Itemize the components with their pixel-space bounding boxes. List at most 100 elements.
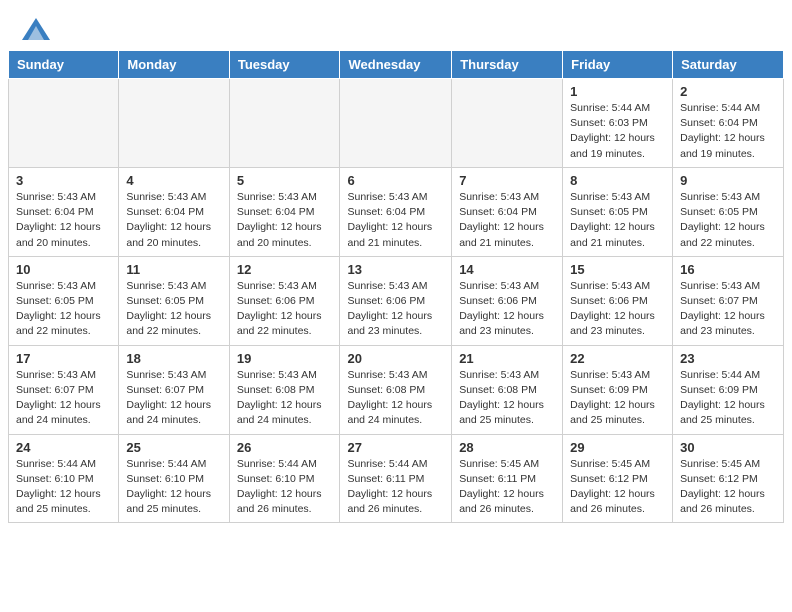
week-row-3: 10 Sunrise: 5:43 AMSunset: 6:05 PMDayligh… — [9, 256, 784, 345]
page-header — [0, 0, 792, 50]
logo-icon — [22, 18, 50, 40]
day-number: 6 — [347, 173, 444, 188]
day-number: 26 — [237, 440, 333, 455]
calendar-cell: 27 Sunrise: 5:44 AMSunset: 6:11 PMDayligh… — [340, 434, 452, 523]
day-number: 25 — [126, 440, 221, 455]
week-row-1: 1 Sunrise: 5:44 AMSunset: 6:03 PMDaylight… — [9, 79, 784, 168]
day-number: 1 — [570, 84, 665, 99]
calendar-cell — [9, 79, 119, 168]
week-row-2: 3 Sunrise: 5:43 AMSunset: 6:04 PMDaylight… — [9, 167, 784, 256]
day-info: Sunrise: 5:43 AMSunset: 6:04 PMDaylight:… — [347, 190, 444, 251]
calendar-cell: 14Sunrise: 5:43 AMSunset: 6:06 PMDayligh… — [452, 256, 563, 345]
day-info: Sunrise: 5:44 AMSunset: 6:10 PMDaylight:… — [126, 457, 221, 518]
calendar-cell: 11 Sunrise: 5:43 AMSunset: 6:05 PMDayligh… — [119, 256, 229, 345]
calendar-cell: 22 Sunrise: 5:43 AMSunset: 6:09 PMDayligh… — [563, 345, 673, 434]
calendar-cell: 28 Sunrise: 5:45 AMSunset: 6:11 PMDayligh… — [452, 434, 563, 523]
day-number: 11 — [126, 262, 221, 277]
calendar-cell: 1 Sunrise: 5:44 AMSunset: 6:03 PMDaylight… — [563, 79, 673, 168]
day-number: 7 — [459, 173, 555, 188]
day-number: 13 — [347, 262, 444, 277]
calendar-cell: 7 Sunrise: 5:43 AMSunset: 6:04 PMDaylight… — [452, 167, 563, 256]
day-number: 12 — [237, 262, 333, 277]
calendar-cell: 29Sunrise: 5:45 AMSunset: 6:12 PMDayligh… — [563, 434, 673, 523]
calendar-cell: 30 Sunrise: 5:45 AMSunset: 6:12 PMDayligh… — [673, 434, 784, 523]
day-info: Sunrise: 5:43 AMSunset: 6:08 PMDaylight:… — [237, 368, 333, 429]
day-number: 5 — [237, 173, 333, 188]
day-number: 9 — [680, 173, 776, 188]
day-number: 22 — [570, 351, 665, 366]
day-info: Sunrise: 5:43 AMSunset: 6:05 PMDaylight:… — [16, 279, 111, 340]
day-info: Sunrise: 5:43 AMSunset: 6:05 PMDaylight:… — [570, 190, 665, 251]
weekday-header-row: SundayMondayTuesdayWednesdayThursdayFrid… — [9, 51, 784, 79]
calendar-cell: 6 Sunrise: 5:43 AMSunset: 6:04 PMDaylight… — [340, 167, 452, 256]
day-info: Sunrise: 5:44 AMSunset: 6:10 PMDaylight:… — [237, 457, 333, 518]
weekday-header-monday: Monday — [119, 51, 229, 79]
calendar-cell — [340, 79, 452, 168]
day-number: 15 — [570, 262, 665, 277]
calendar-cell: 19Sunrise: 5:43 AMSunset: 6:08 PMDayligh… — [229, 345, 340, 434]
day-number: 20 — [347, 351, 444, 366]
day-number: 30 — [680, 440, 776, 455]
calendar-table: SundayMondayTuesdayWednesdayThursdayFrid… — [8, 50, 784, 523]
day-number: 23 — [680, 351, 776, 366]
calendar-cell: 18Sunrise: 5:43 AMSunset: 6:07 PMDayligh… — [119, 345, 229, 434]
calendar-cell: 9 Sunrise: 5:43 AMSunset: 6:05 PMDaylight… — [673, 167, 784, 256]
calendar-cell: 10 Sunrise: 5:43 AMSunset: 6:05 PMDayligh… — [9, 256, 119, 345]
day-info: Sunrise: 5:43 AMSunset: 6:09 PMDaylight:… — [570, 368, 665, 429]
day-info: Sunrise: 5:44 AMSunset: 6:09 PMDaylight:… — [680, 368, 776, 429]
day-number: 10 — [16, 262, 111, 277]
day-number: 8 — [570, 173, 665, 188]
day-number: 18 — [126, 351, 221, 366]
day-info: Sunrise: 5:43 AMSunset: 6:04 PMDaylight:… — [126, 190, 221, 251]
day-info: Sunrise: 5:44 AMSunset: 6:10 PMDaylight:… — [16, 457, 111, 518]
calendar-cell: 2 Sunrise: 5:44 AMSunset: 6:04 PMDaylight… — [673, 79, 784, 168]
day-info: Sunrise: 5:44 AMSunset: 6:11 PMDaylight:… — [347, 457, 444, 518]
day-info: Sunrise: 5:43 AMSunset: 6:06 PMDaylight:… — [347, 279, 444, 340]
weekday-header-sunday: Sunday — [9, 51, 119, 79]
day-number: 27 — [347, 440, 444, 455]
day-info: Sunrise: 5:43 AMSunset: 6:06 PMDaylight:… — [570, 279, 665, 340]
calendar-cell — [452, 79, 563, 168]
calendar-cell: 21 Sunrise: 5:43 AMSunset: 6:08 PMDayligh… — [452, 345, 563, 434]
day-info: Sunrise: 5:45 AMSunset: 6:11 PMDaylight:… — [459, 457, 555, 518]
weekday-header-thursday: Thursday — [452, 51, 563, 79]
calendar-cell: 23 Sunrise: 5:44 AMSunset: 6:09 PMDayligh… — [673, 345, 784, 434]
calendar-cell: 8 Sunrise: 5:43 AMSunset: 6:05 PMDaylight… — [563, 167, 673, 256]
weekday-header-friday: Friday — [563, 51, 673, 79]
day-info: Sunrise: 5:43 AMSunset: 6:06 PMDaylight:… — [459, 279, 555, 340]
day-info: Sunrise: 5:43 AMSunset: 6:04 PMDaylight:… — [459, 190, 555, 251]
day-info: Sunrise: 5:43 AMSunset: 6:08 PMDaylight:… — [459, 368, 555, 429]
day-info: Sunrise: 5:45 AMSunset: 6:12 PMDaylight:… — [680, 457, 776, 518]
day-info: Sunrise: 5:43 AMSunset: 6:07 PMDaylight:… — [16, 368, 111, 429]
day-info: Sunrise: 5:43 AMSunset: 6:06 PMDaylight:… — [237, 279, 333, 340]
calendar-cell: 17 Sunrise: 5:43 AMSunset: 6:07 PMDayligh… — [9, 345, 119, 434]
day-number: 3 — [16, 173, 111, 188]
day-info: Sunrise: 5:43 AMSunset: 6:05 PMDaylight:… — [680, 190, 776, 251]
calendar-cell: 5 Sunrise: 5:43 AMSunset: 6:04 PMDaylight… — [229, 167, 340, 256]
calendar-cell: 16Sunrise: 5:43 AMSunset: 6:07 PMDayligh… — [673, 256, 784, 345]
logo — [20, 18, 50, 40]
day-info: Sunrise: 5:43 AMSunset: 6:05 PMDaylight:… — [126, 279, 221, 340]
calendar-cell: 24 Sunrise: 5:44 AMSunset: 6:10 PMDayligh… — [9, 434, 119, 523]
calendar-cell: 25 Sunrise: 5:44 AMSunset: 6:10 PMDayligh… — [119, 434, 229, 523]
day-number: 2 — [680, 84, 776, 99]
day-number: 21 — [459, 351, 555, 366]
calendar-cell: 12 Sunrise: 5:43 AMSunset: 6:06 PMDayligh… — [229, 256, 340, 345]
day-number: 17 — [16, 351, 111, 366]
day-info: Sunrise: 5:43 AMSunset: 6:08 PMDaylight:… — [347, 368, 444, 429]
day-number: 28 — [459, 440, 555, 455]
weekday-header-wednesday: Wednesday — [340, 51, 452, 79]
day-info: Sunrise: 5:44 AMSunset: 6:04 PMDaylight:… — [680, 101, 776, 162]
calendar-cell: 26 Sunrise: 5:44 AMSunset: 6:10 PMDayligh… — [229, 434, 340, 523]
day-info: Sunrise: 5:44 AMSunset: 6:03 PMDaylight:… — [570, 101, 665, 162]
day-info: Sunrise: 5:43 AMSunset: 6:04 PMDaylight:… — [237, 190, 333, 251]
calendar-cell — [119, 79, 229, 168]
day-number: 4 — [126, 173, 221, 188]
week-row-4: 17 Sunrise: 5:43 AMSunset: 6:07 PMDayligh… — [9, 345, 784, 434]
day-number: 29 — [570, 440, 665, 455]
day-info: Sunrise: 5:43 AMSunset: 6:04 PMDaylight:… — [16, 190, 111, 251]
day-number: 24 — [16, 440, 111, 455]
weekday-header-tuesday: Tuesday — [229, 51, 340, 79]
calendar-cell: 4 Sunrise: 5:43 AMSunset: 6:04 PMDaylight… — [119, 167, 229, 256]
week-row-5: 24 Sunrise: 5:44 AMSunset: 6:10 PMDayligh… — [9, 434, 784, 523]
